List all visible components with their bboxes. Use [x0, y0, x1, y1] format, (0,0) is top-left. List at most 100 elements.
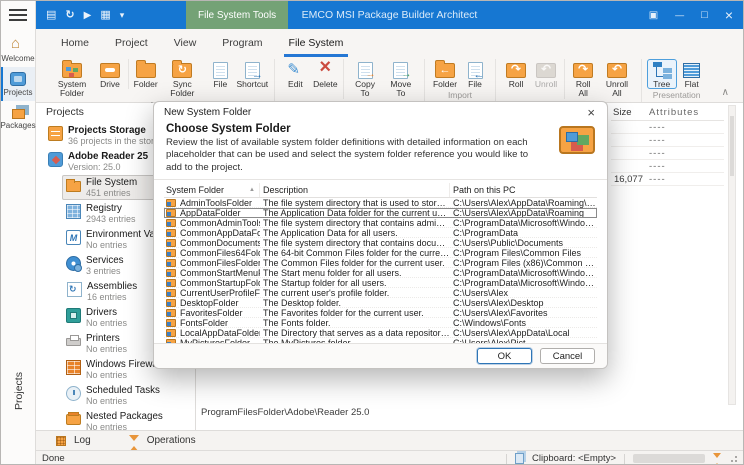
ok-button[interactable]: OK [477, 348, 532, 364]
quick-access-icon[interactable] [84, 10, 92, 21]
ribbon-button[interactable]: Delete [310, 59, 340, 89]
activity-bar-label: Welcome [1, 54, 34, 63]
system-folder-name: CommonDocumentsFolder [180, 238, 260, 248]
resize-grip[interactable] [731, 456, 737, 462]
ribbon-button[interactable]: Folder [430, 59, 460, 89]
ribbon-group-management: Edit Delete Copy To Move To [275, 59, 425, 102]
system-folder-description: The file system directory that contains … [260, 238, 450, 248]
file-row[interactable]: ---- [611, 121, 724, 134]
system-folder-name: AdminToolsFolder [180, 198, 252, 208]
system-folder-row[interactable]: FontsFolder The Fonts folder. C:\Windows… [164, 318, 597, 328]
system-folder-row[interactable]: CommonStartMenuFolder The Start menu fol… [164, 268, 597, 278]
window-options-icon[interactable] [649, 10, 658, 21]
activity-bar-label: Projects [4, 88, 33, 97]
ribbon-button[interactable]: Flat [677, 59, 707, 89]
system-folder-path: C:\Users\Alex\AppData\Local [450, 328, 597, 338]
system-folder-description: The Fonts folder. [260, 318, 450, 328]
left-activity-bar: Welcome Projects Packages Projects [1, 1, 36, 465]
ribbon-button[interactable]: Roll [501, 59, 531, 89]
menu-item[interactable]: File System [276, 29, 357, 57]
minimize-icon[interactable] [675, 10, 684, 21]
status-separator [624, 454, 625, 464]
system-folder-name: AppDataFolder [180, 208, 241, 218]
ribbon-button[interactable]: Shortcut [235, 59, 269, 89]
system-folder-description: The current user's profile folder. [260, 288, 450, 298]
system-folder-row[interactable]: CommonDocumentsFolder The file system di… [164, 238, 597, 248]
column-header-attributes[interactable]: Attributes [649, 107, 719, 118]
file-row[interactable]: 16,077 ---- [611, 173, 724, 186]
quick-access-icon[interactable] [100, 10, 110, 21]
quick-access-icon[interactable] [46, 10, 56, 21]
tree-item-icon [67, 282, 82, 297]
system-folder-dialog-icon [559, 126, 595, 154]
ribbon-button[interactable]: Tree [647, 59, 677, 89]
column-header-system-folder[interactable]: System Folder ▲ [164, 183, 260, 197]
window-title: EMCO MSI Package Builder Architect [36, 1, 743, 29]
ribbon-button[interactable]: Sync Folder [159, 59, 205, 99]
ribbon-button[interactable]: Move To [383, 59, 419, 99]
cancel-button[interactable]: Cancel [540, 348, 595, 364]
system-folder-path: C:\ProgramData\Microsoft\Windows\... [450, 218, 597, 228]
system-folder-row[interactable]: DesktopFolder The Desktop folder. C:\Use… [164, 298, 597, 308]
activity-bar-item[interactable]: Packages [1, 101, 35, 134]
system-folder-row[interactable]: AdminToolsFolder The file system directo… [164, 198, 597, 208]
bottom-tab[interactable]: Operations [117, 431, 208, 450]
ribbon-button[interactable]: Unroll [531, 59, 561, 89]
project-tree-item[interactable]: Scheduled Tasks No entries [62, 383, 189, 408]
sort-ascending-icon: ▲ [249, 187, 255, 193]
menu-item[interactable]: Home [48, 29, 102, 57]
system-folder-row[interactable]: CommonFilesFolder The Common Files folde… [164, 258, 597, 268]
system-folder-row[interactable]: LocalAppDataFolder The Directory that se… [164, 328, 597, 338]
ribbon-button[interactable]: File [460, 59, 490, 89]
file-row[interactable]: ---- [611, 147, 724, 160]
ribbon-button[interactable]: Edit [280, 59, 310, 89]
system-folder-row[interactable]: CommonAppDataFolder The Application Data… [164, 228, 597, 238]
column-header-description[interactable]: Description [260, 183, 450, 197]
ribbon-button[interactable]: Roll All [564, 59, 598, 99]
clipboard-status: Clipboard: <Empty> [532, 453, 616, 464]
column-header-path[interactable]: Path on this PC [450, 183, 597, 197]
activity-bar-item[interactable]: Welcome [1, 33, 35, 67]
context-tab-file-system-tools[interactable]: File System Tools [186, 1, 288, 29]
system-folder-path: C:\Users\Alex\AppData\Roaming\Micr... [450, 198, 597, 208]
ribbon-button[interactable]: System Folder [49, 59, 95, 99]
hamburger-menu-icon[interactable] [9, 9, 27, 11]
menu-item[interactable]: View [161, 29, 210, 57]
folder-icon [166, 199, 176, 207]
quick-access-icon[interactable] [120, 10, 125, 21]
system-folder-row[interactable]: CommonStartupFolder The Startup folder f… [164, 278, 597, 288]
tree-item-icon [48, 152, 63, 167]
ribbon-button[interactable]: Unroll All [598, 59, 635, 99]
ribbon-button[interactable]: Folder [128, 59, 159, 89]
ribbon-collapse-icon[interactable]: ∧ [712, 87, 739, 102]
menu-item[interactable]: Project [102, 29, 161, 57]
ribbon-button-icon [213, 62, 228, 79]
bottom-tab[interactable]: Log [44, 431, 103, 450]
file-row[interactable]: ---- [611, 134, 724, 147]
tree-item-icon [66, 230, 81, 245]
ribbon-button-icon [468, 62, 483, 79]
vertical-scrollbar[interactable] [728, 105, 736, 405]
ribbon-button[interactable]: Copy To [343, 59, 382, 99]
system-folder-path: C:\Users\Alex\Favorites [450, 308, 597, 318]
menu-item[interactable]: Program [209, 29, 275, 57]
maximize-icon[interactable] [701, 10, 708, 21]
activity-bar-item[interactable]: Projects [1, 67, 35, 101]
project-tree-item[interactable]: Nested Packages No entries [62, 409, 189, 430]
system-folder-row[interactable]: CommonFiles64Folder The 64-bit Common Fi… [164, 248, 597, 258]
dialog-close-icon[interactable]: × [585, 106, 597, 119]
quick-access-icon[interactable] [65, 10, 74, 21]
system-folder-row[interactable]: AppDataFolder The Application Data folde… [164, 208, 597, 218]
projects-vertical-tab[interactable]: Projects [1, 356, 36, 426]
tree-item-subtitle: No entries [86, 370, 162, 380]
tree-item-title: Adobe Reader 25 [68, 151, 148, 162]
ribbon-button[interactable]: File [205, 59, 235, 89]
system-folder-row[interactable]: FavoritesFolder The Favorites folder for… [164, 308, 597, 318]
system-folder-row[interactable]: CurrentUserProfileFolder The current use… [164, 288, 597, 298]
system-folder-row[interactable]: CommonAdminToolsFolder The file system d… [164, 218, 597, 228]
ribbon-button[interactable]: Drive [95, 59, 125, 89]
ribbon-button-icon [506, 63, 526, 78]
close-icon[interactable] [725, 8, 733, 23]
file-row[interactable]: ---- [611, 160, 724, 173]
system-folder-description: The Common Files folder for the current … [260, 258, 450, 268]
